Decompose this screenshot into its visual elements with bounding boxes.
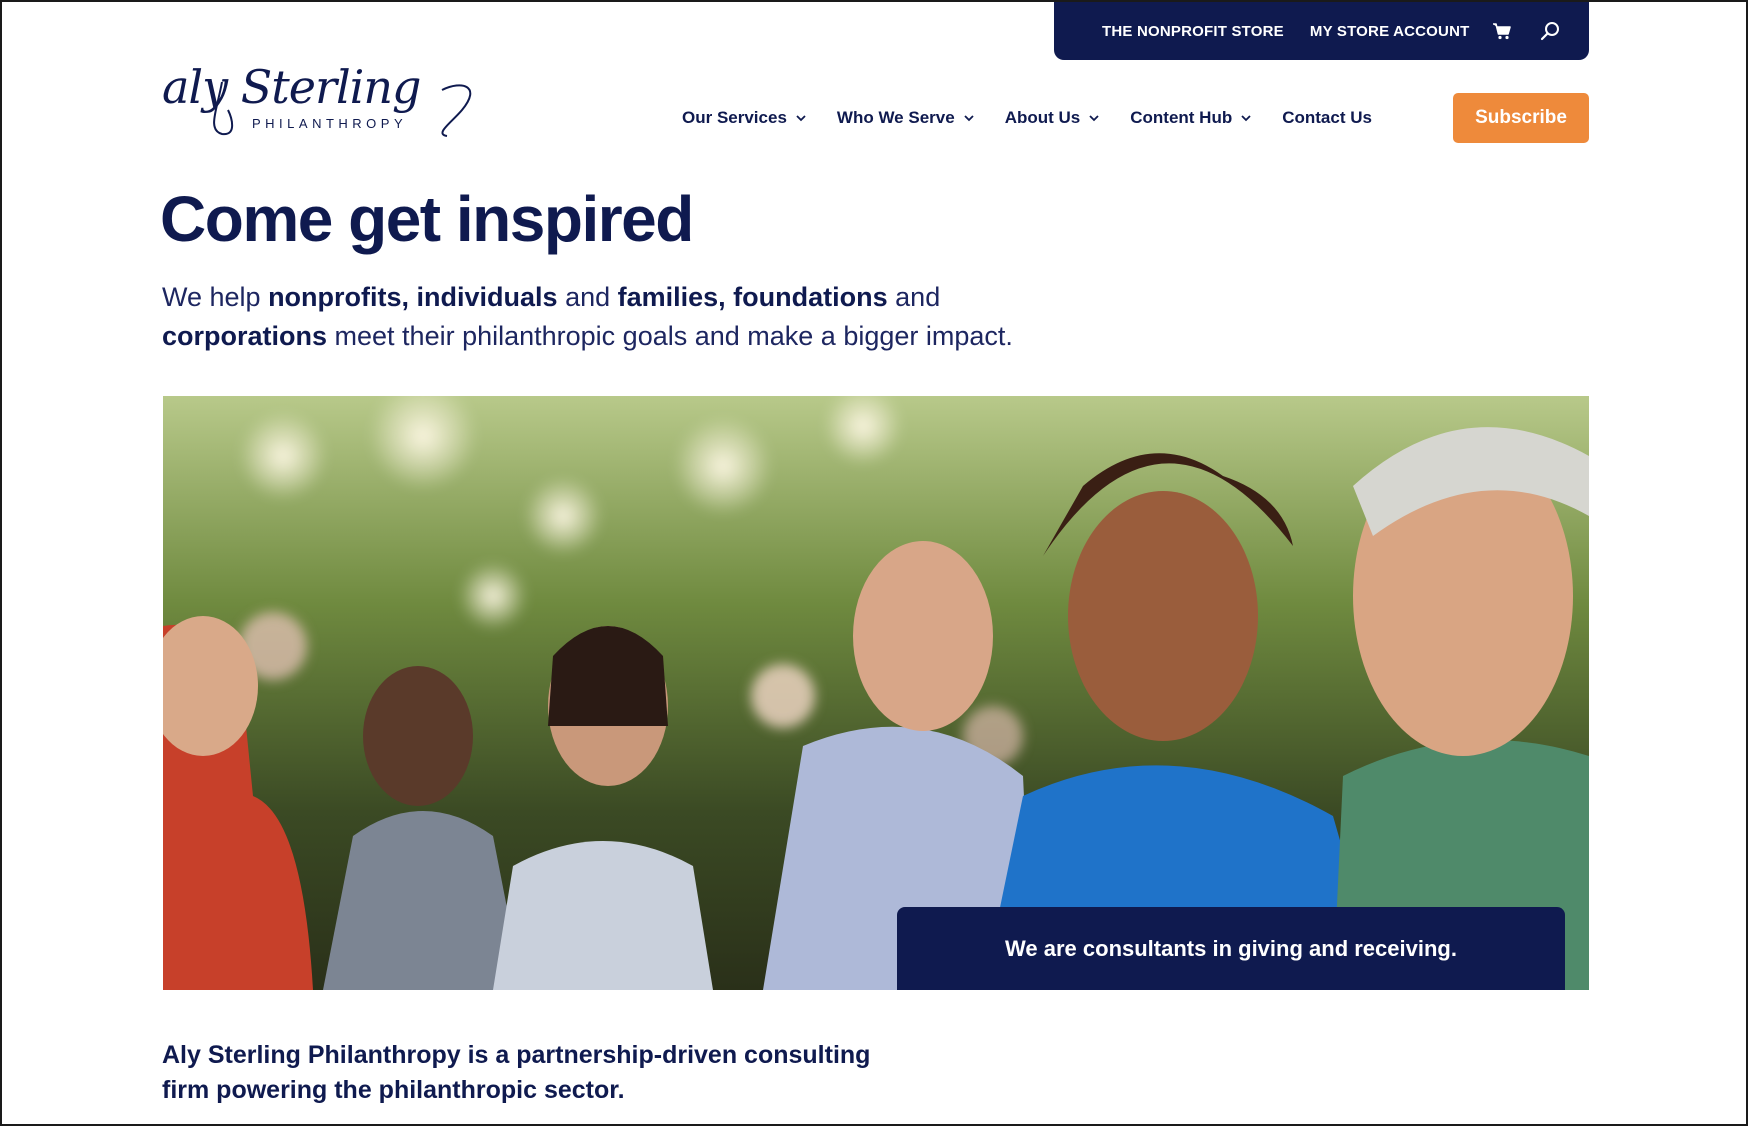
page-frame: THE NONPROFIT STORE MY STORE ACCOUNT aly… [0, 0, 1748, 1126]
nonprofit-store-link[interactable]: THE NONPROFIT STORE [1102, 23, 1284, 40]
nav-item-label: Contact Us [1282, 108, 1372, 127]
subscribe-button[interactable]: Subscribe [1453, 93, 1589, 143]
nav-item-about-us[interactable]: About Us [1005, 108, 1101, 128]
lead-text: and [557, 282, 618, 312]
lead-bold: nonprofits, individuals [268, 282, 558, 312]
hero-photo [163, 396, 1589, 990]
nav-item-label: About Us [1004, 108, 1081, 127]
nav-item-content-hub[interactable]: Content Hub [1130, 108, 1252, 128]
hero-lead: We help nonprofits, individuals and fami… [162, 278, 1122, 356]
lead-text: We help [162, 282, 269, 312]
lead-text: and [887, 282, 941, 312]
store-account-link[interactable]: MY STORE ACCOUNT [1310, 23, 1470, 40]
about-statement: Aly Sterling Philanthropy is a partnersh… [162, 1041, 871, 1104]
logo-subtitle: PHILANTHROPY [252, 116, 408, 131]
search-icon[interactable] [1537, 18, 1563, 44]
nav-item-label: Who We Serve [836, 108, 955, 127]
utility-bar: THE NONPROFIT STORE MY STORE ACCOUNT [1054, 2, 1589, 60]
page-headline: Come get inspired [160, 183, 694, 255]
lead-bold: corporations [162, 321, 328, 351]
nav-item-label: Content Hub [1130, 108, 1233, 127]
nav-item-who-we-serve[interactable]: Who We Serve [837, 108, 975, 128]
chevron-down-icon [795, 114, 807, 122]
chevron-down-icon [1240, 114, 1252, 122]
nav-item-label: Our Services [682, 108, 787, 127]
chevron-down-icon [963, 114, 975, 122]
site-logo[interactable]: aly Sterling PHILANTHROPY [162, 60, 492, 140]
cart-icon[interactable] [1489, 18, 1515, 44]
main-nav: Our Services Who We Serve About Us Conte… [682, 106, 1402, 130]
nav-item-contact-us[interactable]: Contact Us [1282, 108, 1372, 128]
hero-caption: We are consultants in giving and receivi… [897, 907, 1565, 990]
lead-text: meet their philanthropic goals and make … [327, 321, 1013, 351]
lead-bold: families, foundations [617, 282, 888, 312]
nav-item-our-services[interactable]: Our Services [682, 108, 807, 128]
chevron-down-icon [1088, 114, 1100, 122]
